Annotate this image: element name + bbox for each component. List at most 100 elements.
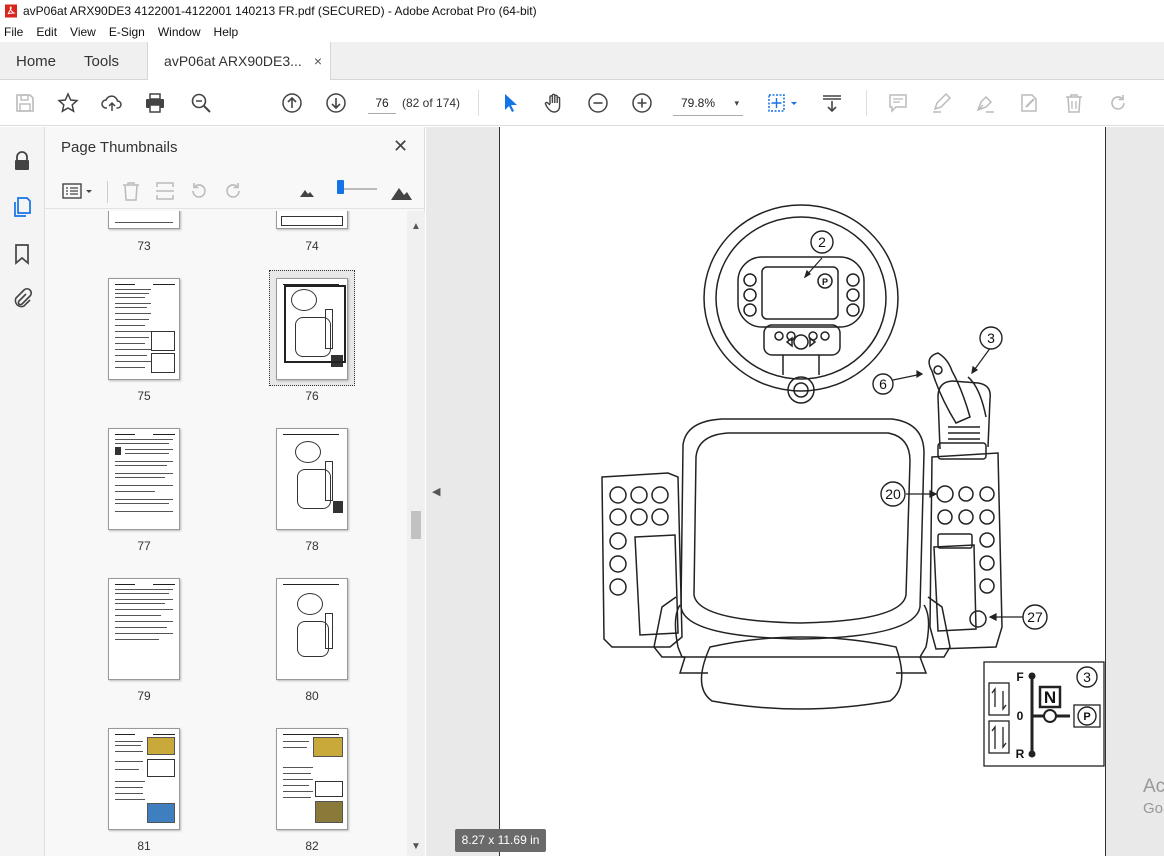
watermark-line-1: Ac: [1143, 776, 1164, 797]
scrollbar-thumb[interactable]: [411, 511, 421, 539]
rotate-left-icon[interactable]: [188, 180, 210, 202]
page-fit-dropdown[interactable]: [765, 91, 801, 115]
thumbnail-page-82[interactable]: [276, 728, 348, 830]
zoom-level-value: 79.8%: [681, 96, 716, 110]
tab-home-label: Home: [16, 52, 57, 70]
zoom-level-select[interactable]: 79.8% ▾: [673, 90, 743, 116]
thumbnail-viewport-box[interactable]: [284, 285, 346, 363]
menu-bar: File Edit View E-Sign Window Help: [0, 22, 1164, 42]
thumbnail-page-81[interactable]: [108, 728, 180, 830]
small-thumbnail-icon[interactable]: [299, 185, 315, 199]
tab-close-icon[interactable]: ×: [314, 53, 322, 69]
upload-icon: [101, 95, 122, 111]
thumbnail-scrollbar[interactable]: ▲ ▼: [407, 211, 425, 856]
thumbnail-page-77[interactable]: [108, 428, 180, 530]
bookmark-icon[interactable]: [10, 242, 34, 266]
extract-pages-icon[interactable]: [154, 180, 176, 202]
thumbnail-page-80[interactable]: [276, 578, 348, 680]
menu-edit[interactable]: Edit: [36, 25, 57, 39]
watermark-line-2: Go: [1143, 800, 1164, 817]
zoom-search-icon: [191, 93, 211, 113]
delete-button[interactable]: [1062, 91, 1086, 115]
select-tool-button[interactable]: [498, 91, 522, 115]
thumbnail-page-75[interactable]: [108, 278, 180, 380]
redo-button[interactable]: [1106, 91, 1130, 115]
callout-20: 20: [885, 486, 901, 502]
left-navigation-rail: [0, 127, 45, 856]
thumbnail-label: 75: [137, 389, 151, 403]
trash-icon[interactable]: [120, 180, 142, 202]
main-toolbar: [0, 80, 1164, 126]
window-title: avP06at ARX90DE3 4122001-4122001 140213 …: [23, 4, 537, 18]
park-indicator: P: [822, 277, 828, 287]
zoom-in-button[interactable]: [630, 91, 654, 115]
share-upload-button[interactable]: [100, 91, 124, 115]
menu-file[interactable]: File: [4, 25, 23, 39]
options-menu-icon[interactable]: [61, 180, 95, 202]
thumbnail-label: 80: [305, 689, 319, 703]
rotate-right-icon[interactable]: [222, 180, 244, 202]
thumbnail-label: 82: [305, 839, 319, 853]
menu-help[interactable]: Help: [214, 25, 239, 39]
find-button[interactable]: [189, 91, 213, 115]
redo-icon: [1111, 95, 1125, 110]
large-thumbnail-icon[interactable]: [390, 181, 412, 203]
callout-3: 3: [987, 330, 995, 346]
pdf-page[interactable]: 2 3 6 20 27 3 F 0 R N P P: [499, 127, 1106, 856]
tab-document[interactable]: avP06at ARX90DE3... ×: [147, 42, 331, 80]
hand-tool-button[interactable]: [542, 91, 566, 115]
neutral-symbol: N: [1044, 688, 1056, 707]
save-button[interactable]: [13, 91, 37, 115]
previous-page-button[interactable]: [280, 91, 304, 115]
draw-button[interactable]: [973, 91, 997, 115]
edit-text-button[interactable]: [1017, 91, 1041, 115]
arrow-down-circle-icon: [326, 93, 346, 113]
thumbnail-toolbar: [45, 171, 425, 209]
highlight-button[interactable]: [929, 91, 953, 115]
tab-home[interactable]: Home: [0, 42, 72, 80]
thumbnail-size-slider-handle[interactable]: [337, 180, 344, 194]
toolbar-divider: [478, 90, 479, 116]
thumbnail-label: 73: [137, 239, 151, 253]
title-bar: avP06at ARX90DE3 4122001-4122001 140213 …: [0, 0, 1164, 22]
chevron-down-icon: ▾: [734, 98, 739, 108]
menu-window[interactable]: Window: [158, 25, 201, 39]
menu-esign[interactable]: E-Sign: [109, 25, 145, 39]
thumbnail-label: 79: [137, 689, 151, 703]
page-number-input[interactable]: 76: [368, 92, 396, 114]
thumbnail-page-73[interactable]: [108, 211, 180, 229]
thumbnail-page-79[interactable]: [108, 578, 180, 680]
toolbar-divider: [866, 90, 867, 116]
comment-icon: [889, 94, 907, 113]
print-button[interactable]: [143, 91, 167, 115]
comment-button[interactable]: [886, 91, 910, 115]
bookmark-star-button[interactable]: [56, 91, 80, 115]
page-thumbnails-panel: Page Thumbnails ✕ 73 74 75 76 77 78 79 8…: [45, 127, 425, 856]
paperclip-icon[interactable]: [10, 287, 34, 311]
scroll-mode-icon: [823, 95, 841, 113]
edit-doc-icon: [1021, 94, 1037, 112]
menu-view[interactable]: View: [70, 25, 96, 39]
thumbnail-page-74[interactable]: [276, 211, 348, 229]
callout-27: 27: [1027, 609, 1043, 625]
next-page-button[interactable]: [324, 91, 348, 115]
lock-icon[interactable]: [10, 149, 34, 173]
close-icon[interactable]: ✕: [393, 136, 408, 157]
hand-icon: [544, 93, 561, 113]
fit-page-icon: [768, 94, 797, 112]
collapse-panel-icon[interactable]: ◀: [432, 485, 440, 498]
thumbnail-label: 77: [137, 539, 151, 553]
zoom-out-button[interactable]: [586, 91, 610, 115]
cursor-arrow-icon: [505, 94, 517, 112]
scroll-mode-button[interactable]: [820, 91, 844, 115]
tab-tools-label: Tools: [84, 52, 120, 70]
reverse-label: R: [1016, 747, 1025, 761]
thumbnail-label: 81: [137, 839, 151, 853]
scroll-down-icon[interactable]: ▼: [411, 841, 421, 852]
scroll-up-icon[interactable]: ▲: [411, 221, 421, 232]
pen-nib-icon: [976, 95, 994, 113]
thumbnail-page-78[interactable]: [276, 428, 348, 530]
tab-bar: Home Tools avP06at ARX90DE3... ×: [0, 42, 1164, 80]
tab-tools[interactable]: Tools: [72, 42, 147, 80]
page-thumbnails-icon[interactable]: [10, 195, 34, 219]
